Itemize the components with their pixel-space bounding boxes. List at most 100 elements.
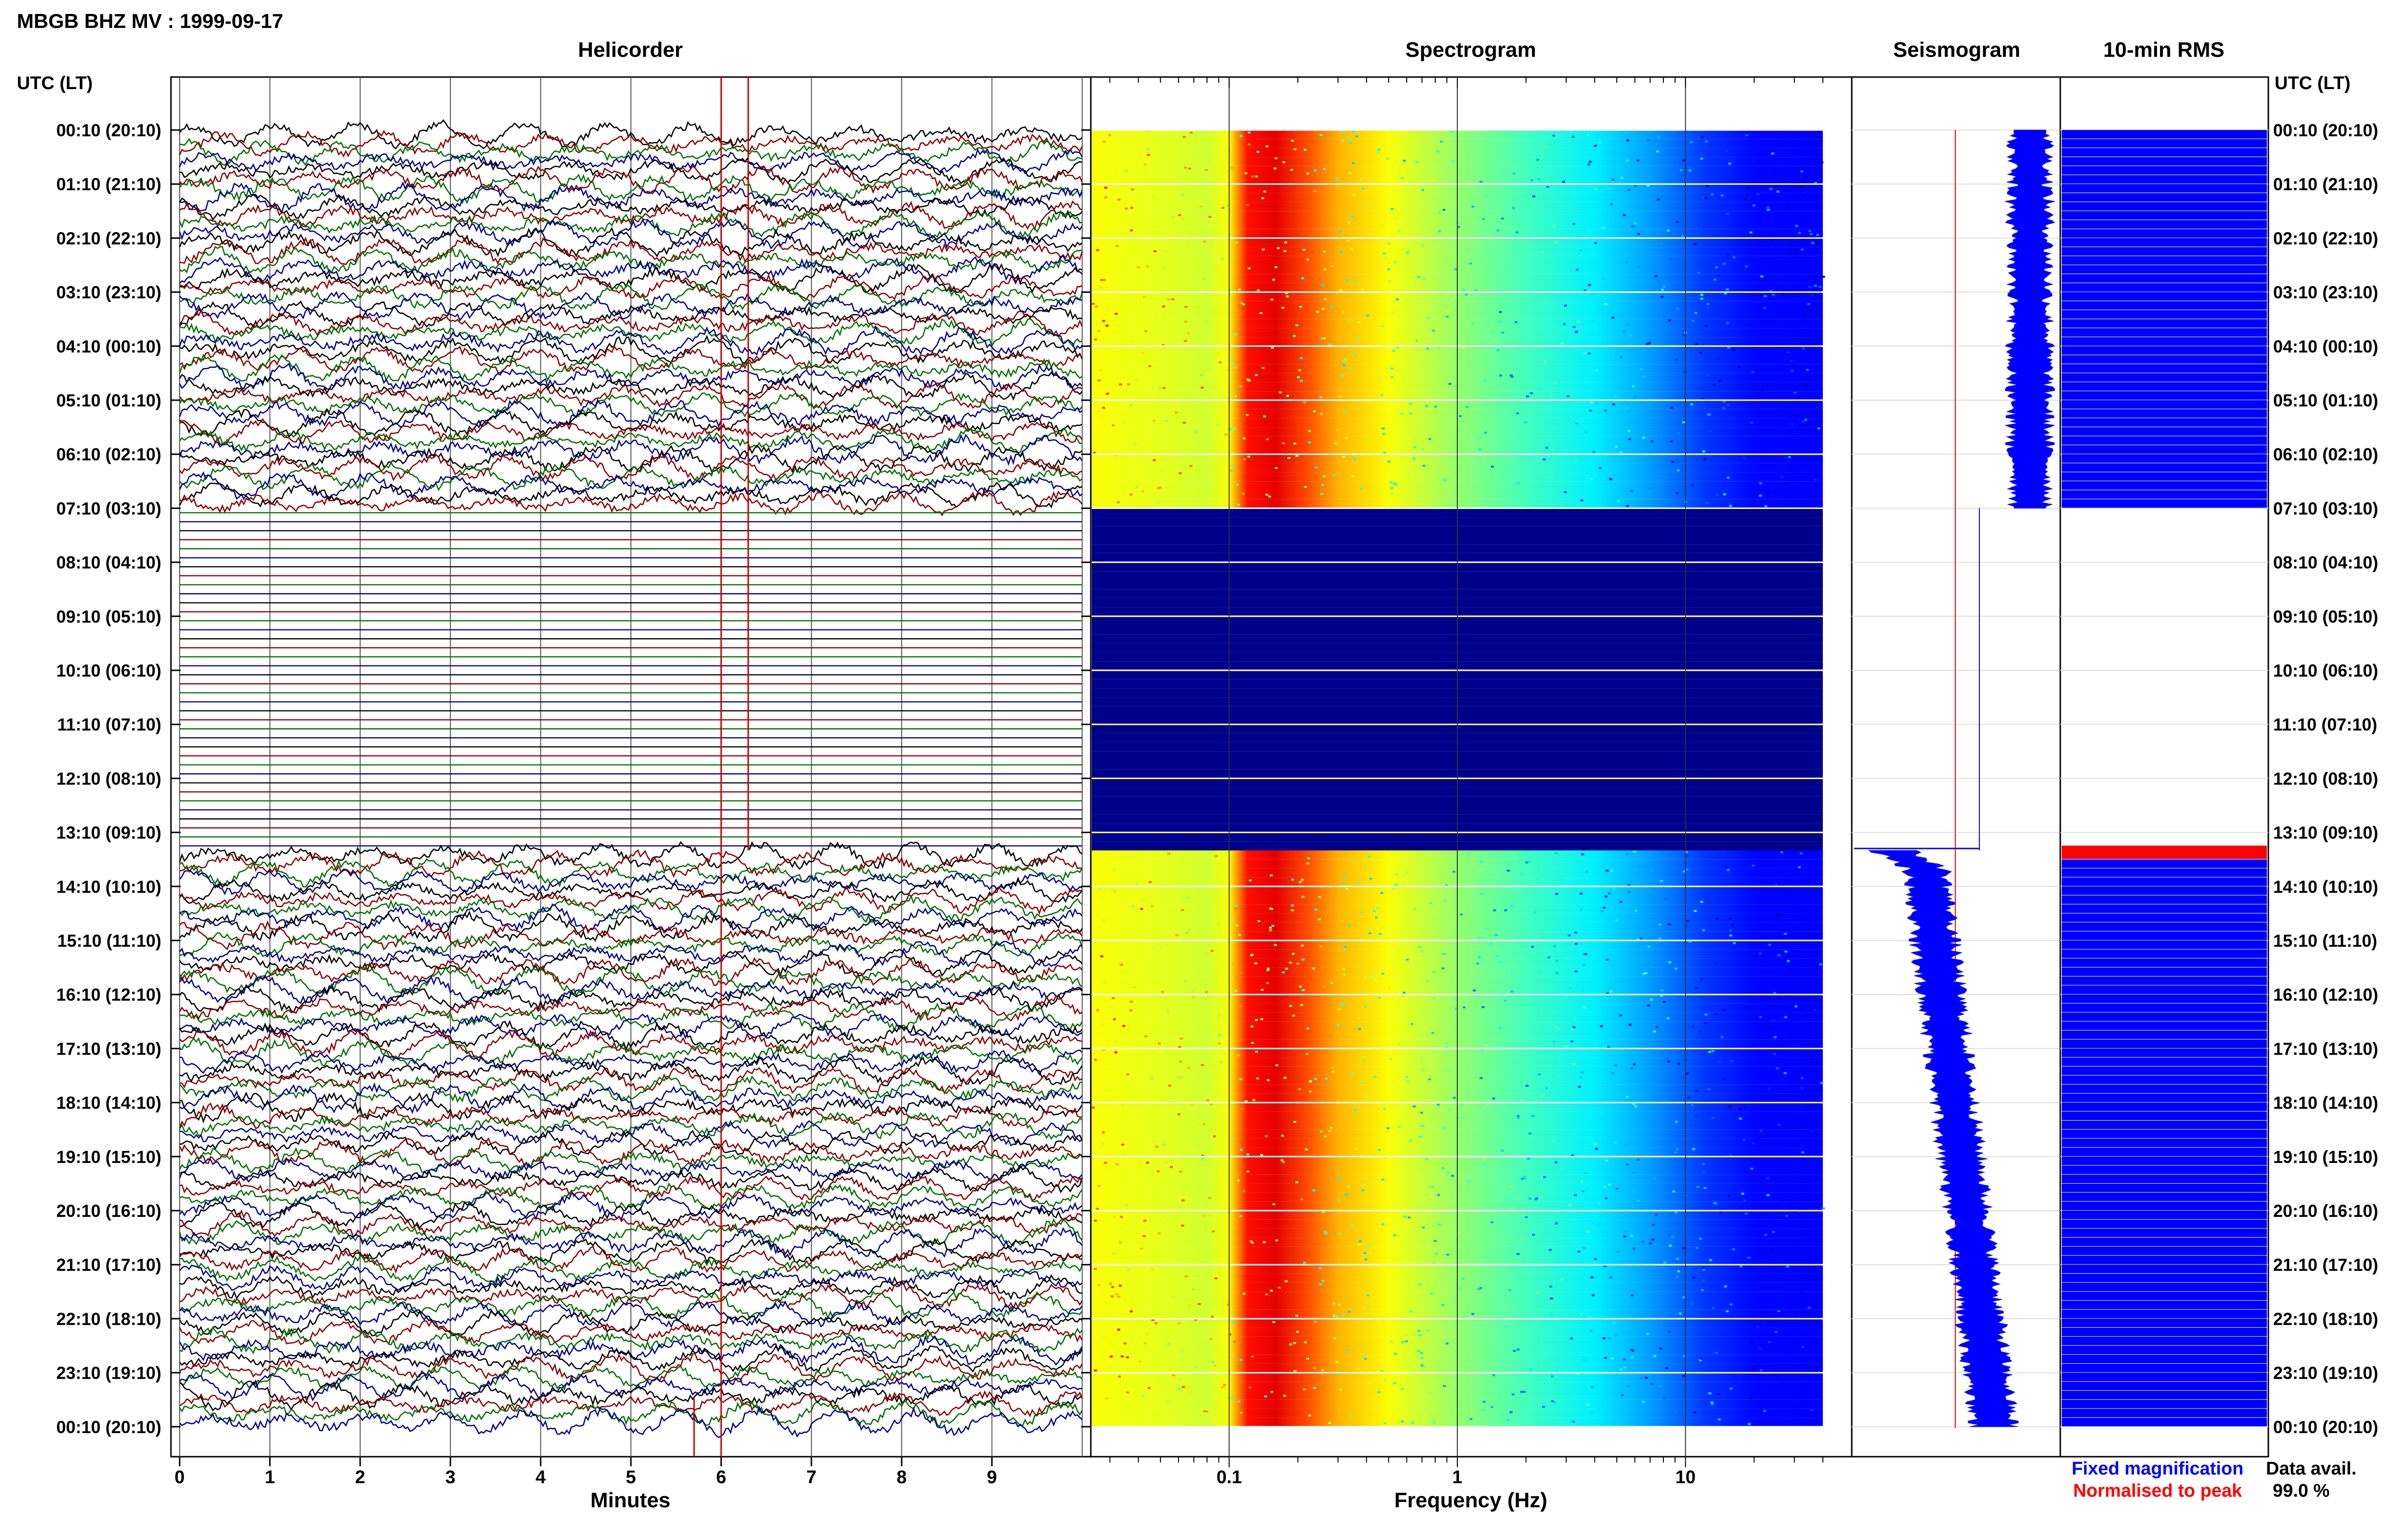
spectrogram-speckle xyxy=(1794,1005,1798,1007)
time-label-right: 09:10 (05:10) xyxy=(2273,607,2378,626)
spectrogram-speckle xyxy=(1529,1368,1532,1370)
rms-bar xyxy=(2062,859,2267,868)
spectrogram-speckle xyxy=(1322,308,1325,310)
spectrogram-speckle xyxy=(1117,455,1120,457)
spectrogram-speckle xyxy=(1646,1333,1649,1335)
spectrogram-speckle xyxy=(1159,387,1162,389)
spectrogram-speckle xyxy=(1685,1072,1688,1075)
spectrogram-speckle xyxy=(1767,206,1770,209)
spectrogram-speckle xyxy=(1471,1313,1475,1315)
spectrogram-speckle xyxy=(1267,967,1270,970)
spectrogram-speckle xyxy=(1148,1387,1151,1389)
spectrogram-speckle xyxy=(1250,1025,1254,1028)
spectrogram-speckle xyxy=(1594,188,1597,190)
spectrogram-speckle xyxy=(1665,1367,1668,1370)
rms-bar xyxy=(2062,1336,2267,1345)
spectrogram-speckle xyxy=(1283,1077,1287,1079)
spectrogram-speckle xyxy=(1366,1294,1370,1296)
spectrogram-speckle xyxy=(1808,1109,1811,1111)
spectrogram-speckle xyxy=(1483,455,1486,457)
spectrogram-speckle xyxy=(1170,1095,1173,1097)
rms-bar xyxy=(2062,409,2267,418)
spectrogram-speckle xyxy=(1177,953,1180,955)
spectrogram-speckle xyxy=(1349,368,1353,370)
time-label-left: 04:10 (00:10) xyxy=(56,337,161,356)
spectrogram-speckle xyxy=(1554,196,1557,198)
spectrogram-speckle xyxy=(1820,161,1824,164)
spectrogram-speckle xyxy=(1152,947,1155,950)
spectrogram-speckle xyxy=(1409,412,1413,415)
spectrogram-speckle xyxy=(1506,1419,1510,1422)
time-label-left: 18:10 (14:10) xyxy=(56,1093,161,1113)
spectrogram-speckle xyxy=(1120,1226,1123,1228)
spectrogram-speckle xyxy=(1389,481,1393,483)
spectrogram-speckle xyxy=(1794,1315,1798,1317)
spectrogram-speckle xyxy=(1511,964,1515,966)
spectrogram-speckle xyxy=(1570,1337,1573,1340)
spectrogram-speckle xyxy=(1293,1342,1296,1344)
spectrogram-speckle xyxy=(1208,216,1212,218)
spectrogram-speckle xyxy=(1221,1113,1225,1116)
spectrogram-speckle xyxy=(1713,278,1716,281)
minutes-axis-title: Minutes xyxy=(590,1488,670,1512)
spectrogram-speckle xyxy=(1157,1232,1161,1235)
spectrogram-speckle xyxy=(1690,1104,1694,1106)
spectrogram-speckle xyxy=(1625,261,1628,263)
spectrogram-speckle xyxy=(1246,204,1249,206)
spectrogram-speckle xyxy=(1322,475,1326,477)
spectrogram-speckle xyxy=(1295,1315,1298,1317)
spectrogram-speckle xyxy=(1209,1338,1213,1340)
spectrogram-speckle xyxy=(1603,1186,1606,1188)
spectrogram-speckle xyxy=(1606,959,1609,961)
spectrogram-speckle xyxy=(1301,878,1304,881)
spectrogram-speckle xyxy=(1523,1177,1527,1180)
spectrogram-speckle xyxy=(1490,1221,1493,1223)
spectrogram-speckle xyxy=(1608,892,1611,895)
spectrogram-speckle xyxy=(1777,1375,1780,1378)
spectrogram-speckle xyxy=(1376,907,1379,909)
time-label-right: 02:10 (22:10) xyxy=(2273,228,2378,248)
spectrogram-speckle xyxy=(1653,142,1656,144)
spectrogram-speckle xyxy=(1422,1069,1425,1071)
time-label-right: 20:10 (16:10) xyxy=(2273,1201,2378,1221)
spectrogram-speckle xyxy=(1361,288,1364,290)
spectrogram-speckle xyxy=(1774,1331,1778,1333)
spectrogram-speckle xyxy=(1186,897,1190,899)
spectrogram-speckle xyxy=(1363,1060,1366,1062)
spectrogram-speckle xyxy=(1491,385,1494,387)
spectrogram-speckle xyxy=(1599,190,1603,192)
spectrogram-speckle xyxy=(1504,909,1507,912)
spectrogram-speckle xyxy=(1313,190,1316,192)
spectrogram-speckle xyxy=(1364,1258,1368,1261)
spectrogram-speckle xyxy=(1098,379,1101,381)
spectrogram-speckle xyxy=(1201,387,1204,389)
spectrogram-speckle xyxy=(1524,421,1527,423)
spectrogram-speckle xyxy=(1144,163,1147,166)
rms-bar xyxy=(2062,1165,2267,1175)
spectrogram-speckle xyxy=(1620,1368,1623,1370)
spectrogram-speckle xyxy=(1638,865,1641,868)
spectrogram-speckle xyxy=(1159,469,1163,471)
spectrogram-speckle xyxy=(1586,1403,1589,1406)
spectrogram-speckle xyxy=(1208,212,1212,215)
spectrogram-speckle xyxy=(1341,139,1345,142)
spectrogram-speckle xyxy=(1421,950,1424,953)
spectrogram-speckle xyxy=(1409,1139,1412,1142)
spectrogram-speckle xyxy=(1655,1214,1658,1216)
spectrogram-speckle xyxy=(1381,325,1385,327)
spectrogram-speckle xyxy=(1393,1382,1396,1384)
spectrogram-speckle xyxy=(1670,406,1673,409)
spectrogram-speckle xyxy=(1252,1099,1256,1101)
spectrogram-speckle xyxy=(1704,325,1708,327)
rms-peak-bar xyxy=(2062,846,2267,851)
time-label-right: 11:10 (07:10) xyxy=(2273,715,2377,734)
spectrogram-speckle xyxy=(1801,319,1805,322)
spectrogram-speckle xyxy=(1729,929,1732,931)
spectrogram-speckle xyxy=(1097,953,1100,955)
spectrogram-speckle xyxy=(1306,862,1309,865)
spectrogram-speckle xyxy=(1179,181,1183,183)
rms-bar xyxy=(2062,958,2267,967)
spectrogram-speckle xyxy=(1243,1190,1245,1192)
spectrogram-speckle xyxy=(1431,1032,1435,1034)
spectrogram-speckle xyxy=(1555,1026,1558,1028)
